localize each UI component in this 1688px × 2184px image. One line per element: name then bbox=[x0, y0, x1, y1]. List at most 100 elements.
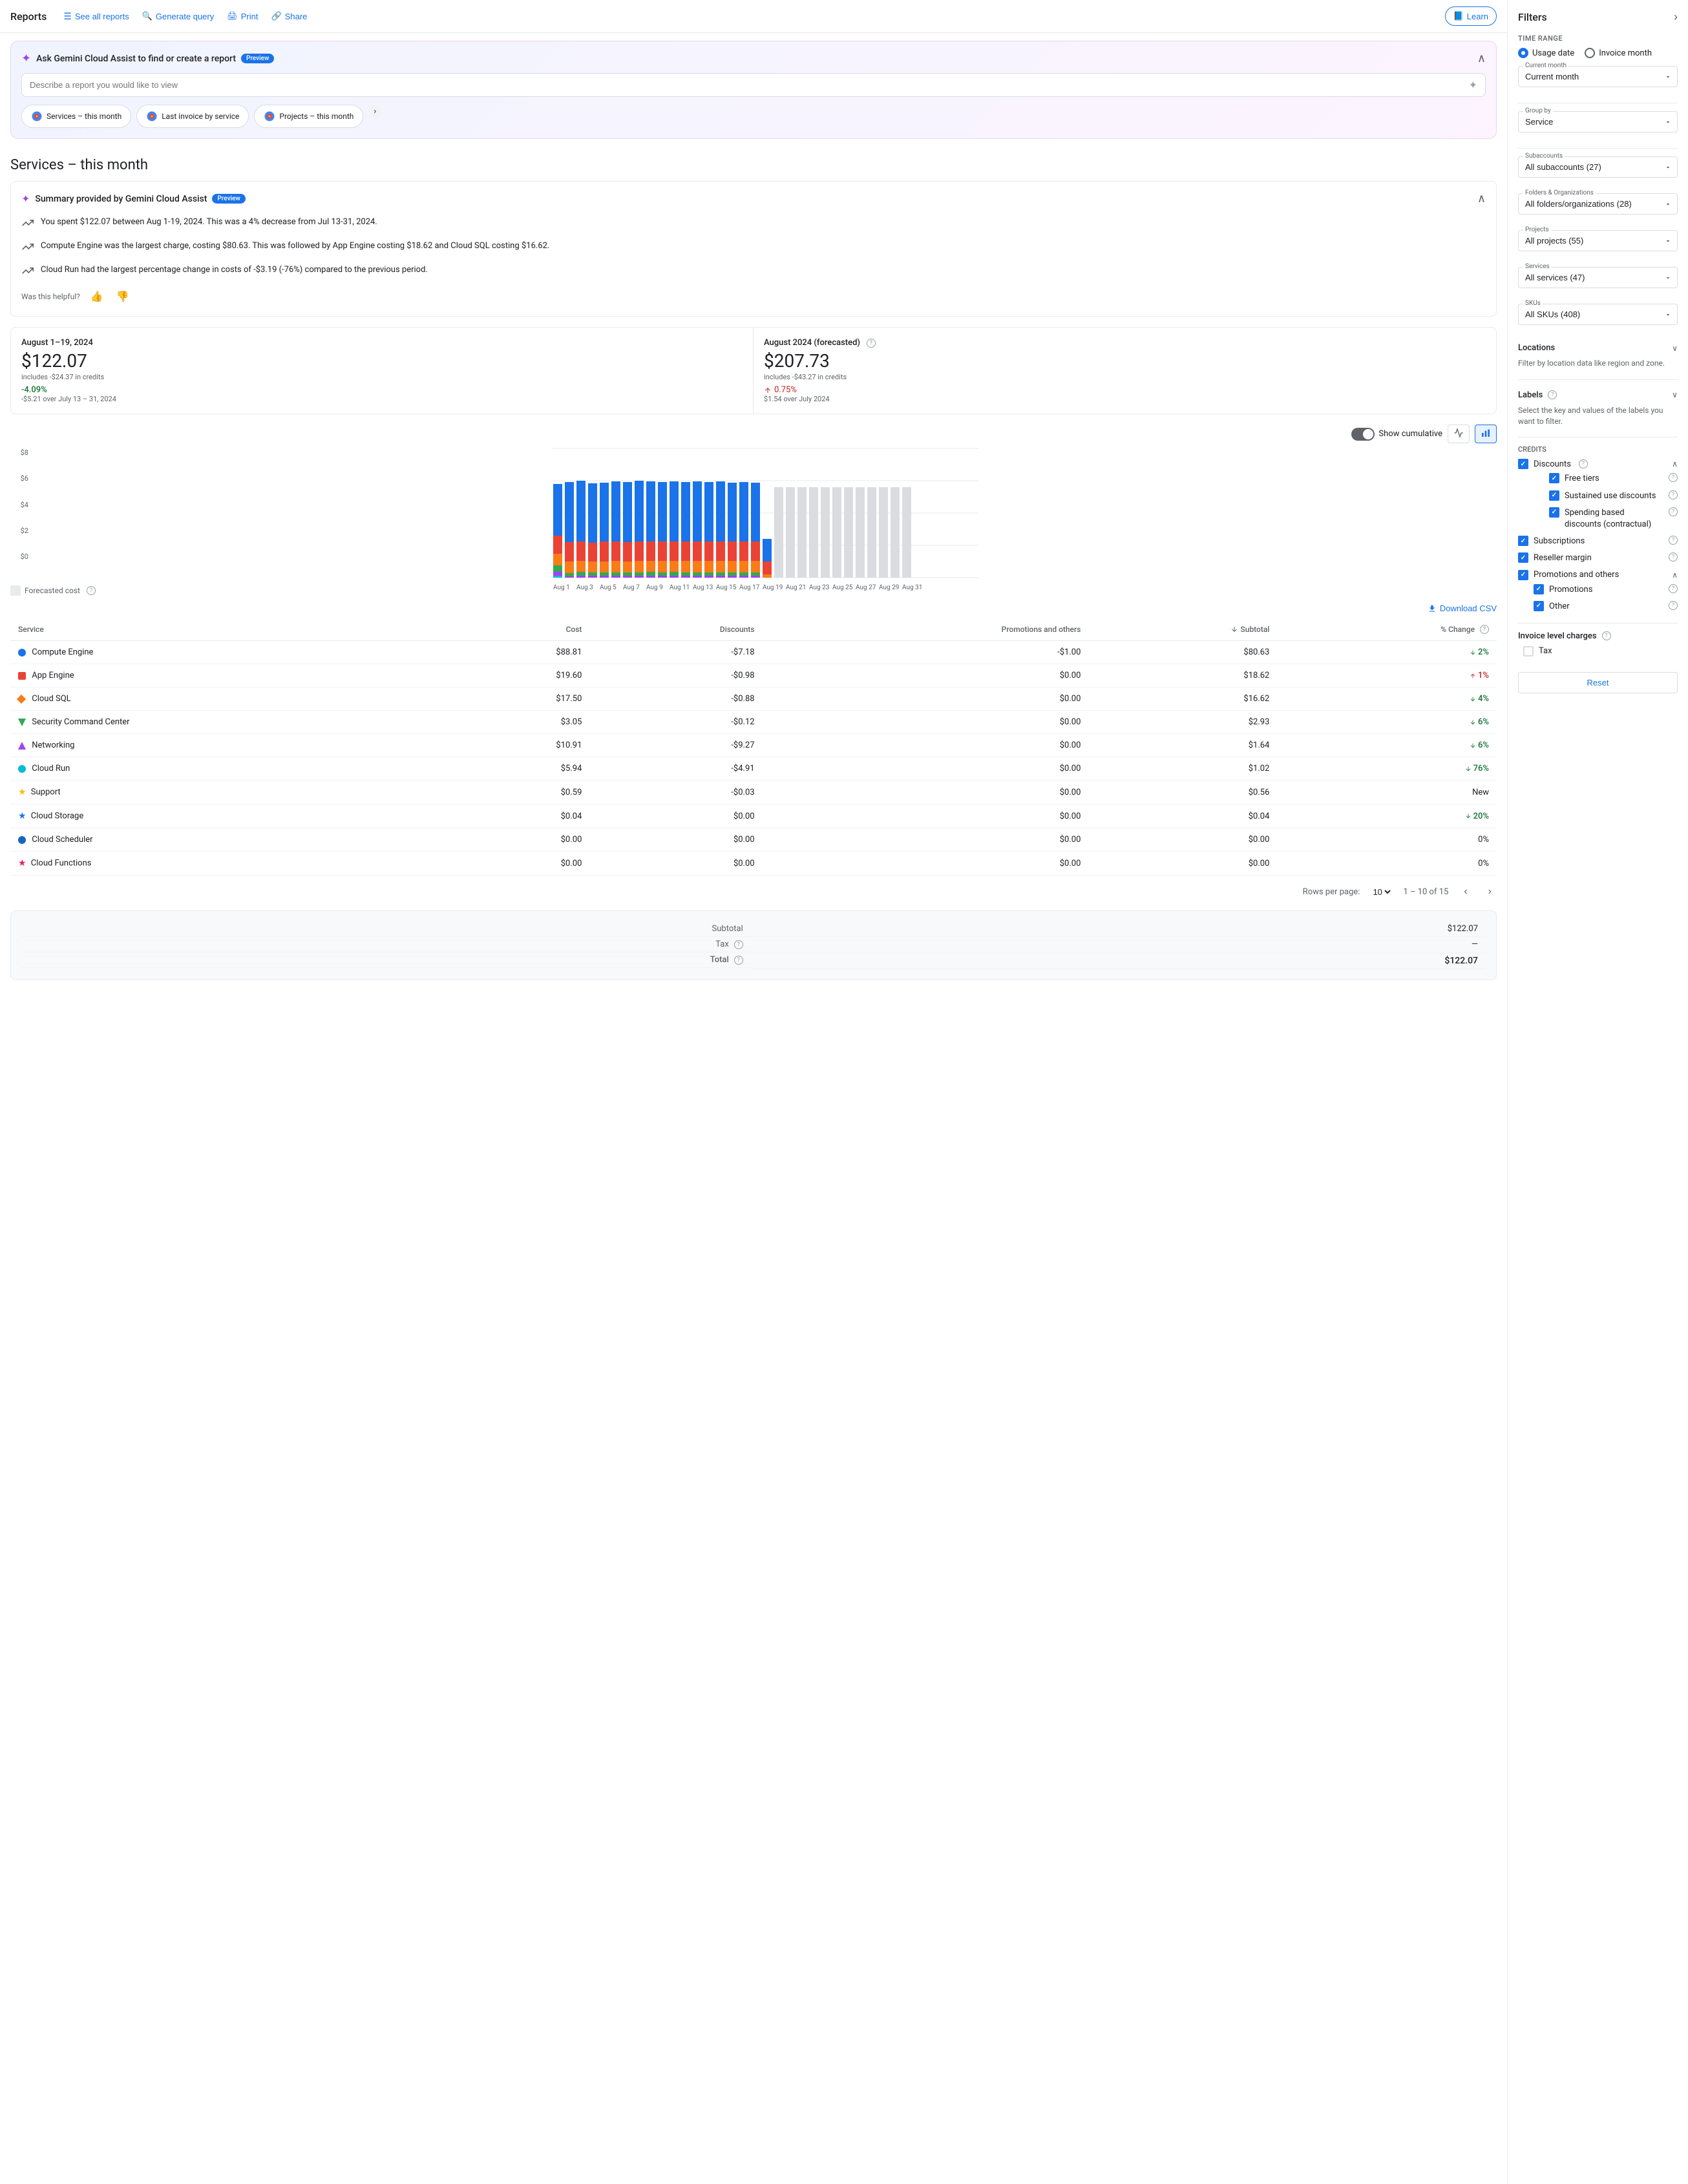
forecast-swatch bbox=[10, 585, 21, 596]
forecast-period: August 2024 (forecasted) ? bbox=[764, 338, 1486, 348]
y-axis: $0 $2 $4 $6 $8 bbox=[10, 448, 28, 561]
other-checkbox[interactable] bbox=[1534, 601, 1544, 611]
bar-aug8[interactable] bbox=[635, 481, 644, 578]
bar-aug19[interactable] bbox=[763, 539, 772, 578]
svg-text:Aug 5: Aug 5 bbox=[600, 584, 617, 591]
info-icon-forecast: ? bbox=[867, 339, 876, 348]
service-icon-cloudstorage: ★ bbox=[18, 811, 26, 821]
chart-controls: Show cumulative bbox=[10, 425, 1497, 443]
promotions-others-item: Promotions and others ∧ Promotions ? Oth… bbox=[1518, 570, 1678, 613]
chips-next-arrow[interactable]: › bbox=[368, 105, 381, 118]
invoice-month-radio[interactable]: Invoice month bbox=[1585, 48, 1652, 58]
data-table: Service Cost Discounts Promotions and ot… bbox=[10, 618, 1497, 908]
filters-title: Filters bbox=[1518, 11, 1547, 23]
info-icon-forecast-chart: ? bbox=[87, 586, 96, 595]
bar-aug4[interactable] bbox=[588, 483, 597, 578]
chip-services-this-month[interactable]: Services – this month bbox=[21, 105, 131, 128]
gemini-search-input[interactable] bbox=[30, 80, 1469, 90]
line-chart-button[interactable] bbox=[1448, 425, 1470, 443]
see-all-reports-button[interactable]: ☰ See all reports bbox=[57, 7, 135, 26]
col-header-service: Service bbox=[10, 618, 447, 641]
toggle-switch[interactable] bbox=[1351, 428, 1375, 441]
rows-per-page-select[interactable]: 10 25 50 bbox=[1370, 887, 1393, 898]
bar-aug11[interactable] bbox=[670, 481, 679, 578]
bar-chart-svg: Aug 1 Aug 3 Aug 5 Aug 7 Aug 9 Aug 11 Aug… bbox=[34, 448, 1497, 578]
discounts-checkbox[interactable] bbox=[1518, 459, 1528, 469]
reseller-margin-checkbox[interactable] bbox=[1518, 552, 1528, 563]
bar-chart-icon bbox=[1481, 428, 1491, 438]
svg-text:Aug 21: Aug 21 bbox=[786, 584, 806, 591]
cumulative-label: Show cumulative bbox=[1378, 429, 1442, 439]
bar-aug2[interactable] bbox=[565, 482, 574, 578]
usage-date-radio[interactable]: Usage date bbox=[1518, 48, 1574, 58]
service-icon-functions: ★ bbox=[18, 858, 26, 868]
chip-projects-this-month[interactable]: Projects – this month bbox=[254, 105, 363, 128]
collapse-summary-button[interactable]: ∧ bbox=[1477, 192, 1486, 205]
bar-aug15[interactable] bbox=[716, 481, 725, 578]
sort-icon bbox=[1230, 625, 1238, 633]
helpful-row: Was this helpful? 👍 👎 bbox=[21, 288, 1486, 306]
group-by-section: Group by Service Project SKU bbox=[1518, 111, 1678, 138]
bar-aug3[interactable] bbox=[576, 481, 586, 578]
print-button[interactable]: 🖨 Print bbox=[220, 7, 264, 25]
promotions-item: Promotions ? bbox=[1534, 584, 1678, 596]
svg-text:Aug 27: Aug 27 bbox=[856, 584, 876, 591]
bar-aug9[interactable] bbox=[646, 481, 655, 578]
up-arrow-appengine bbox=[1470, 673, 1476, 679]
table-row: App Engine $19.60 -$0.98 $0.00 $18.62 1% bbox=[10, 664, 1497, 688]
collapse-filters-button[interactable]: › bbox=[1674, 10, 1678, 24]
bar-aug13[interactable] bbox=[693, 481, 702, 578]
svg-text:Aug 23: Aug 23 bbox=[809, 584, 829, 591]
free-tiers-checkbox[interactable] bbox=[1549, 473, 1559, 483]
bar-aug6[interactable] bbox=[611, 481, 620, 578]
bar-aug5[interactable] bbox=[600, 483, 609, 578]
spending-based-item: Spending based discounts (contractual) ? bbox=[1549, 507, 1678, 530]
bar-aug12[interactable] bbox=[681, 482, 690, 578]
summary-preview-badge: Preview bbox=[212, 194, 245, 204]
bar-aug14[interactable] bbox=[704, 482, 713, 578]
collapse-gemini-button[interactable]: ∧ bbox=[1477, 52, 1486, 65]
thumbs-up-button[interactable]: 👍 bbox=[88, 288, 106, 306]
table-row: Security Command Center $3.05 -$0.12 $0.… bbox=[10, 711, 1497, 734]
learn-button[interactable]: 📘 Learn bbox=[1445, 6, 1497, 26]
bar-aug18[interactable] bbox=[751, 483, 760, 578]
generate-query-button[interactable]: 🔍 Generate query bbox=[136, 7, 221, 25]
usage-date-radio-circle bbox=[1518, 48, 1528, 58]
prev-page-button[interactable]: ‹ bbox=[1459, 883, 1472, 900]
next-page-button[interactable]: › bbox=[1483, 883, 1497, 900]
promotions-checkbox[interactable] bbox=[1534, 584, 1544, 594]
pagination-row: Rows per page: 10 25 50 1 – 10 of 15 ‹ › bbox=[10, 876, 1497, 908]
subscriptions-checkbox[interactable] bbox=[1518, 536, 1528, 546]
promotions-others-header[interactable]: Promotions and others ∧ bbox=[1518, 570, 1678, 580]
share-icon: 🔗 bbox=[271, 11, 282, 21]
table-row: Compute Engine $88.81 -$7.18 -$1.00 $80.… bbox=[10, 641, 1497, 664]
spending-based-checkbox[interactable] bbox=[1549, 507, 1559, 518]
thumbs-down-button[interactable]: 👎 bbox=[114, 288, 132, 306]
reset-filters-button[interactable]: Reset bbox=[1518, 672, 1678, 693]
bar-aug16[interactable] bbox=[728, 483, 737, 578]
bar-aug17[interactable] bbox=[739, 482, 748, 578]
forecast-change-sub: $1.54 over July 2024 bbox=[764, 395, 1486, 403]
promotions-others-checkbox[interactable] bbox=[1518, 570, 1528, 580]
bar-aug1[interactable] bbox=[553, 484, 562, 578]
locations-header[interactable]: Locations ∨ bbox=[1518, 341, 1678, 355]
bar-chart-button[interactable] bbox=[1475, 425, 1497, 443]
tax-checkbox[interactable] bbox=[1523, 646, 1534, 656]
info-icon-total: ? bbox=[734, 956, 743, 965]
invoice-level-section: Invoice level charges ? Tax bbox=[1518, 631, 1678, 656]
down-arrow-cloudsql bbox=[1470, 696, 1476, 702]
service-icon-support: ★ bbox=[18, 787, 26, 797]
bar-aug10[interactable] bbox=[658, 482, 667, 578]
svg-text:Aug 19: Aug 19 bbox=[763, 584, 783, 591]
sustained-use-checkbox[interactable] bbox=[1549, 490, 1559, 501]
bar-aug7[interactable] bbox=[623, 482, 632, 578]
download-csv-button[interactable]: Download CSV bbox=[1428, 604, 1497, 613]
share-button[interactable]: 🔗 Share bbox=[265, 7, 314, 25]
chip-last-invoice[interactable]: Last invoice by service bbox=[136, 105, 249, 128]
discounts-collapsible-header[interactable]: Discounts ? ∧ bbox=[1518, 459, 1678, 469]
download-row: Download CSV bbox=[10, 604, 1497, 613]
totals-section: Subtotal $122.07 Tax ? — Total ? $122.07 bbox=[10, 910, 1497, 980]
subaccounts-section: Subaccounts All subaccounts (27) bbox=[1518, 156, 1678, 183]
cumulative-toggle-container[interactable]: Show cumulative bbox=[1351, 428, 1442, 441]
labels-header[interactable]: Labels ? ∨ bbox=[1518, 388, 1678, 403]
